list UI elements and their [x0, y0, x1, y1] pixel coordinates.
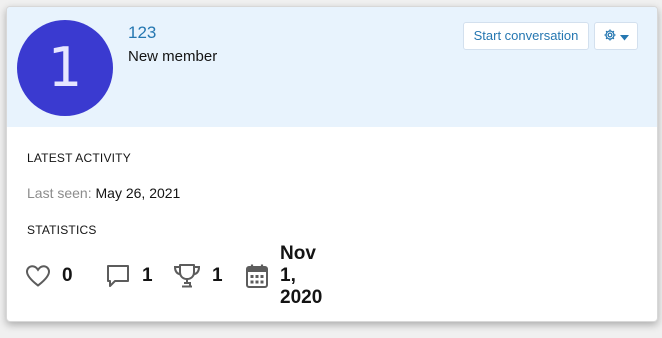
member-settings-button[interactable]	[594, 22, 638, 50]
statistics-heading: STATISTICS	[27, 223, 97, 237]
messages-stat[interactable]: 1	[105, 261, 153, 291]
joined-date: Nov 1, 2020	[280, 243, 323, 308]
last-seen-colon: :	[87, 185, 92, 201]
username-link[interactable]: 123	[128, 23, 156, 43]
trophy-icon	[173, 263, 201, 289]
trophies-stat[interactable]: 1	[173, 261, 223, 291]
member-header: 1 123 New member Start conversation	[7, 7, 657, 127]
messages-count: 1	[142, 265, 153, 286]
user-title: New member	[128, 48, 218, 65]
joined-stat[interactable]: Nov 1, 2020	[245, 243, 322, 308]
reactions-stat[interactable]: 0	[25, 261, 73, 291]
gear-icon	[603, 28, 617, 45]
caret-down-icon	[620, 29, 629, 44]
message-icon	[105, 263, 131, 289]
last-seen-value[interactable]: May 26, 2021	[96, 185, 181, 201]
start-conversation-button[interactable]: Start conversation	[463, 22, 589, 50]
heart-icon	[25, 264, 51, 288]
trophies-count: 1	[212, 265, 223, 286]
reactions-count: 0	[62, 265, 73, 286]
member-tooltip-card: 1 123 New member Start conversation LATE…	[6, 6, 658, 322]
calendar-icon	[245, 263, 269, 289]
last-seen-label: Last seen	[27, 185, 88, 201]
last-seen: Last seen: May 26, 2021	[27, 185, 180, 201]
avatar[interactable]: 1	[17, 20, 113, 116]
latest-activity-heading: LATEST ACTIVITY	[27, 151, 131, 165]
